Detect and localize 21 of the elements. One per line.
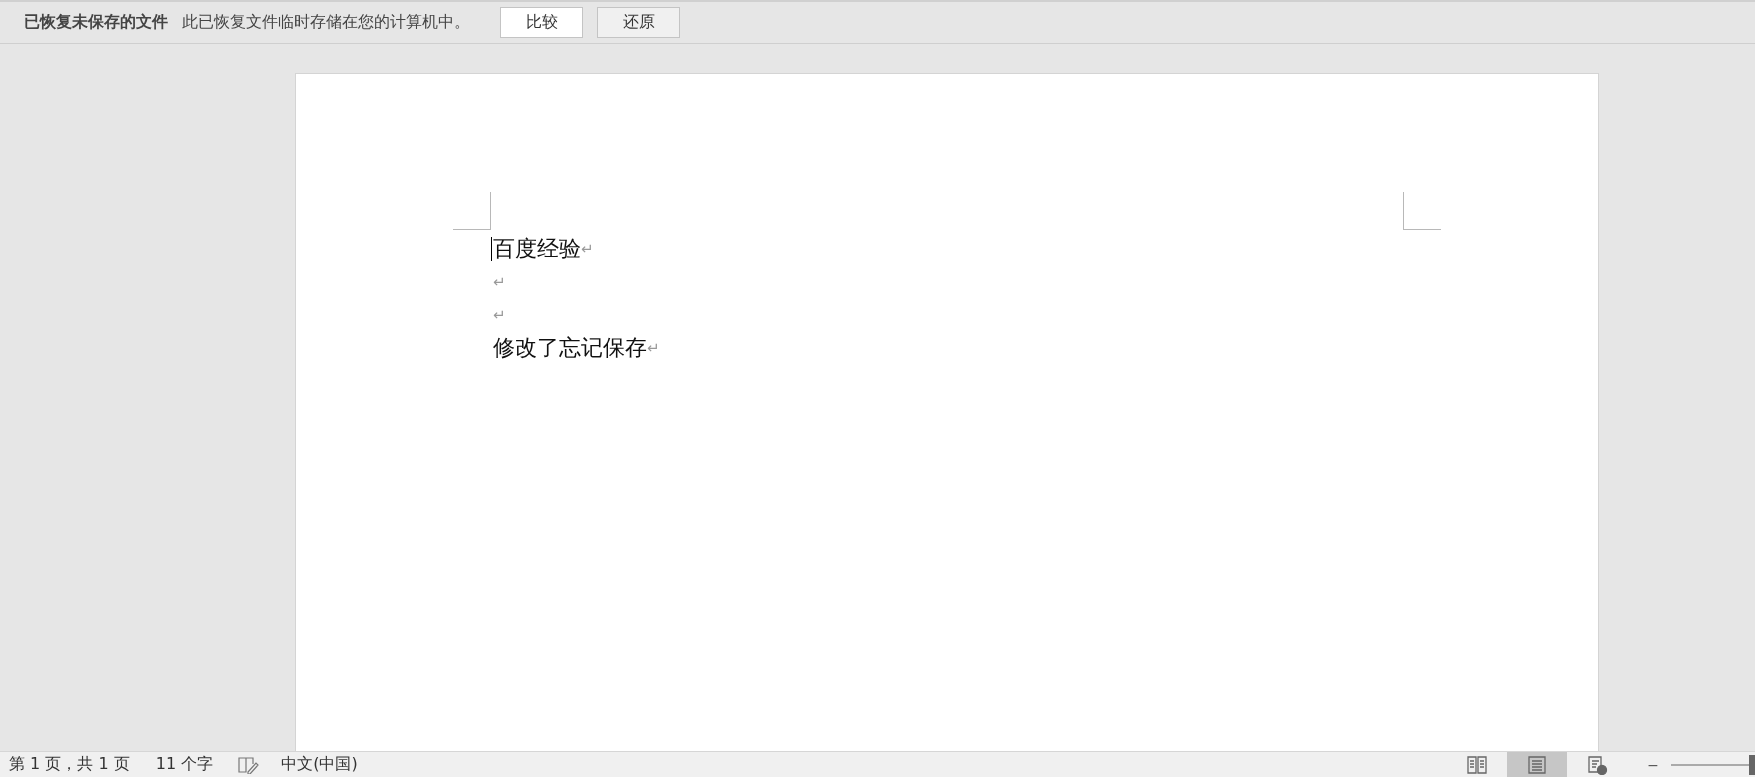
language-label[interactable]: 中文(中国) — [281, 754, 358, 775]
page-count[interactable]: 第 1 页，共 1 页 — [9, 754, 130, 775]
paragraph-mark: ↵ — [581, 239, 594, 258]
paragraph-mark: ↵ — [493, 272, 506, 291]
compare-button[interactable]: 比较 — [500, 7, 583, 38]
web-page-icon — [1586, 754, 1609, 775]
book-icon — [1466, 754, 1489, 775]
word-count[interactable]: 11 个字 — [155, 754, 214, 775]
paragraph-mark: ↵ — [493, 305, 506, 324]
restore-button[interactable]: 还原 — [597, 7, 680, 38]
recovery-message: 此已恢复文件临时存储在您的计算机中。 — [182, 12, 470, 33]
paragraph-text: 修改了忘记保存 — [493, 333, 647, 362]
margin-corner-mark — [453, 192, 491, 230]
zoom-slider-thumb[interactable] — [1749, 754, 1755, 775]
recovery-title: 已恢复未保存的文件 — [24, 12, 168, 33]
paragraph-text: 百度经验 — [493, 234, 581, 263]
paragraph-mark: ↵ — [647, 338, 660, 357]
zoom-out-button[interactable]: − — [1647, 756, 1659, 773]
page-icon — [1526, 754, 1549, 775]
proofing-icon[interactable] — [237, 755, 260, 774]
margin-corner-mark — [1403, 192, 1441, 230]
